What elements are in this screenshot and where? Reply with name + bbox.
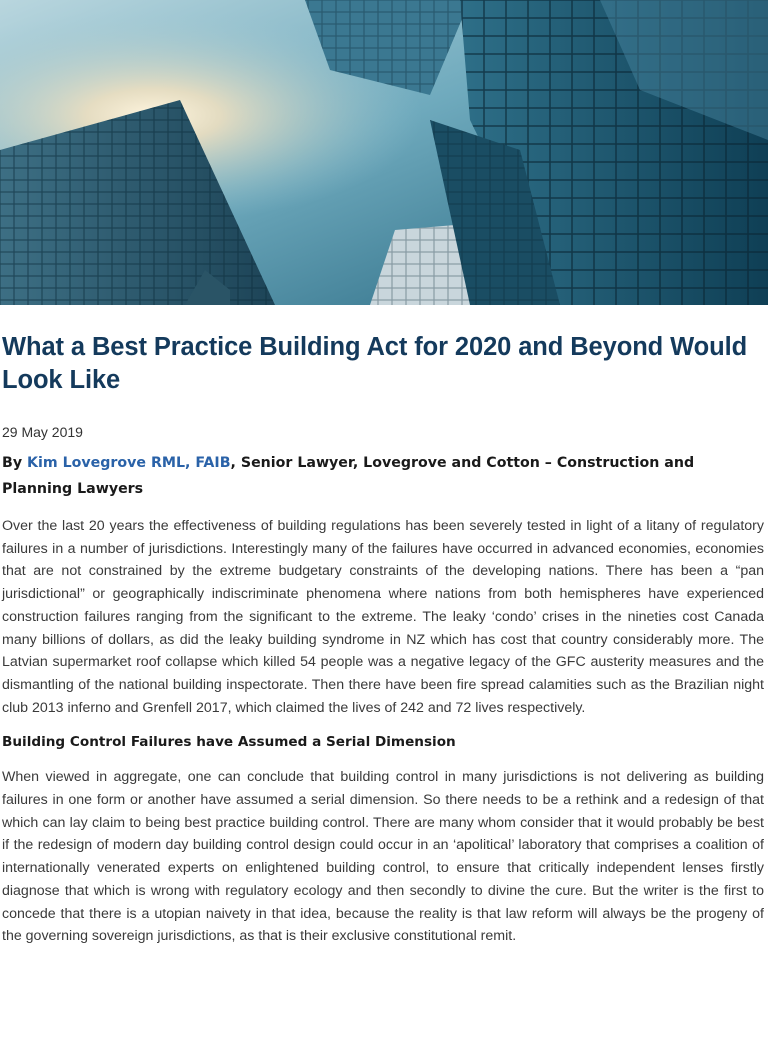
article-body: What a Best Practice Building Act for 20… [0, 331, 768, 948]
skyscrapers-illustration [0, 0, 768, 305]
paragraph-1: Over the last 20 years the effectiveness… [2, 518, 764, 716]
paragraph-2: When viewed in aggregate, one can conclu… [2, 769, 764, 945]
hero-image [0, 0, 768, 305]
article-byline: By Kim Lovegrove RML, FAIB, Senior Lawye… [2, 450, 766, 502]
byline-prefix: By [2, 455, 28, 471]
author-link[interactable]: Kim Lovegrove RML, FAIB [27, 455, 231, 471]
article-title: What a Best Practice Building Act for 20… [2, 333, 748, 394]
subheading-1: Building Control Failures have Assumed a… [2, 734, 456, 751]
article-date: 29 May 2019 [2, 424, 83, 440]
